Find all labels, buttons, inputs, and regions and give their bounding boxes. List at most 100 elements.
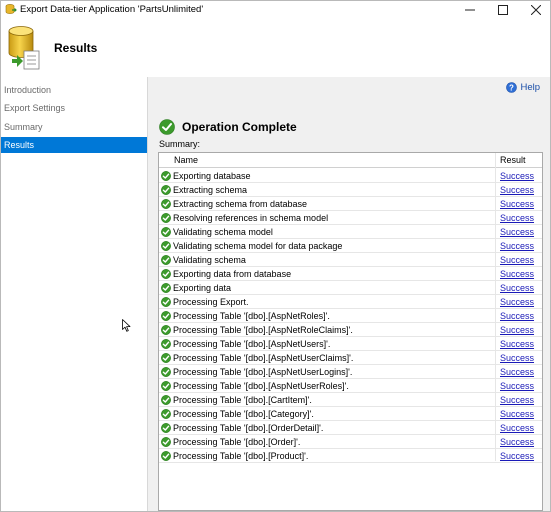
summary-label: Summary: xyxy=(159,139,201,149)
column-header-result[interactable]: Result xyxy=(500,155,526,165)
maximize-icon xyxy=(497,5,508,15)
check-circle-icon xyxy=(161,451,171,461)
check-circle-icon xyxy=(161,185,171,195)
row-name: Processing Export. xyxy=(173,297,249,307)
row-result-link[interactable]: Success xyxy=(500,311,534,321)
page-title: Results xyxy=(54,41,98,55)
results-panel: ? Help Operation Complete Summary: Name … xyxy=(148,77,550,511)
table-row[interactable]: Exporting data from database Success xyxy=(159,267,542,281)
database-export-icon xyxy=(5,4,17,14)
row-result-link[interactable]: Success xyxy=(500,381,534,391)
table-row[interactable]: Exporting data Success xyxy=(159,281,542,295)
sidebar-item-export-settings[interactable]: Export Settings xyxy=(1,100,147,116)
table-row[interactable]: Validating schema Success xyxy=(159,253,542,267)
check-circle-icon xyxy=(161,297,171,307)
results-table: Name Result Exporting database Success Ext… xyxy=(158,152,543,511)
row-result-link[interactable]: Success xyxy=(500,283,534,293)
sidebar-item-results[interactable]: Results xyxy=(1,137,147,153)
check-circle-icon xyxy=(161,213,171,223)
help-icon: ? xyxy=(506,82,518,93)
export-dialog-window: Export Data-tier Application 'PartsUnlim… xyxy=(0,0,551,512)
check-circle-icon xyxy=(161,269,171,279)
table-row[interactable]: Processing Table '[dbo].[AspNetUserRoles… xyxy=(159,379,542,393)
row-name: Validating schema model for data package xyxy=(173,241,343,251)
row-result-link[interactable]: Success xyxy=(500,213,534,223)
check-circle-icon xyxy=(161,311,171,321)
svg-text:?: ? xyxy=(510,83,515,92)
check-circle-icon xyxy=(161,241,171,251)
table-row[interactable]: Processing Table '[dbo].[AspNetUserClaim… xyxy=(159,351,542,365)
row-name: Processing Table '[dbo].[AspNetUserLogin… xyxy=(173,367,353,377)
column-header-name[interactable]: Name xyxy=(174,155,198,165)
sidebar-item-summary[interactable]: Summary xyxy=(1,119,147,135)
row-result-link[interactable]: Success xyxy=(500,367,534,377)
table-row[interactable]: Extracting schema Success xyxy=(159,183,542,197)
row-name: Processing Table '[dbo].[OrderDetail]'. xyxy=(173,423,324,433)
check-circle-icon xyxy=(161,395,171,405)
close-button[interactable] xyxy=(519,1,551,19)
maximize-button[interactable] xyxy=(486,1,519,19)
row-result-link[interactable]: Success xyxy=(500,185,534,195)
row-name: Processing Table '[dbo].[AspNetRoleClaim… xyxy=(173,325,353,335)
table-row[interactable]: Processing Export. Success xyxy=(159,295,542,309)
check-circle-icon xyxy=(161,367,171,377)
row-result-link[interactable]: Success xyxy=(500,437,534,447)
help-link[interactable]: ? Help xyxy=(506,82,540,93)
wizard-sidebar: Introduction Export Settings Summary Res… xyxy=(1,77,148,511)
sidebar-item-introduction[interactable]: Introduction xyxy=(1,82,147,98)
check-circle-icon xyxy=(161,339,171,349)
table-row[interactable]: Exporting database Success xyxy=(159,169,542,183)
row-name: Processing Table '[dbo].[AspNetRoles]'. xyxy=(173,311,330,321)
row-name: Exporting data xyxy=(173,283,232,293)
check-circle-icon xyxy=(161,423,171,433)
table-row[interactable]: Validating schema model for data package… xyxy=(159,239,542,253)
row-name: Processing Table '[dbo].[Category]'. xyxy=(173,409,314,419)
row-name: Processing Table '[dbo].[CartItem]'. xyxy=(173,395,312,405)
row-name: Resolving references in schema model xyxy=(173,213,329,223)
table-row[interactable]: Processing Table '[dbo].[AspNetUsers]'. S… xyxy=(159,337,542,351)
row-result-link[interactable]: Success xyxy=(500,451,534,461)
table-row[interactable]: Processing Table '[dbo].[AspNetRoles]'. S… xyxy=(159,309,542,323)
window-title: Export Data-tier Application 'PartsUnlim… xyxy=(20,4,204,15)
table-row[interactable]: Processing Table '[dbo].[CartItem]'. Succ… xyxy=(159,393,542,407)
minimize-button[interactable] xyxy=(453,1,486,19)
minimize-icon xyxy=(464,9,475,11)
row-result-link[interactable]: Success xyxy=(500,241,534,251)
table-row[interactable]: Extracting schema from database Success xyxy=(159,197,542,211)
check-circle-icon xyxy=(161,255,171,265)
row-name: Processing Table '[dbo].[AspNetUsers]'. xyxy=(173,339,331,349)
row-name: Exporting data from database xyxy=(173,269,292,279)
help-label[interactable]: Help xyxy=(520,82,540,93)
table-row[interactable]: Resolving references in schema model Succ… xyxy=(159,211,542,225)
row-result-link[interactable]: Success xyxy=(500,255,534,265)
check-circle-icon xyxy=(161,199,171,209)
close-icon xyxy=(530,5,541,15)
check-circle-icon xyxy=(161,353,171,363)
row-result-link[interactable]: Success xyxy=(500,423,534,433)
table-row[interactable]: Processing Table '[dbo].[Order]'. Success xyxy=(159,435,542,449)
row-name: Processing Table '[dbo].[AspNetUserClaim… xyxy=(173,353,354,363)
row-result-link[interactable]: Success xyxy=(500,199,534,209)
row-result-link[interactable]: Success xyxy=(500,353,534,363)
row-name: Processing Table '[dbo].[Product]'. xyxy=(173,451,309,461)
table-row[interactable]: Processing Table '[dbo].[AspNetUserLogin… xyxy=(159,365,542,379)
operation-title: Operation Complete xyxy=(182,120,297,134)
row-result-link[interactable]: Success xyxy=(500,325,534,335)
table-row[interactable]: Processing Table '[dbo].[Product]'. Succe… xyxy=(159,449,542,463)
table-row[interactable]: Processing Table '[dbo].[Category]'. Succ… xyxy=(159,407,542,421)
table-row[interactable]: Processing Table '[dbo].[OrderDetail]'. S… xyxy=(159,421,542,435)
title-bar: Export Data-tier Application 'PartsUnlim… xyxy=(1,1,550,19)
check-circle-icon xyxy=(161,171,171,181)
row-name: Validating schema xyxy=(173,255,246,265)
operation-status: Operation Complete xyxy=(159,119,297,135)
row-result-link[interactable]: Success xyxy=(500,409,534,419)
row-result-link[interactable]: Success xyxy=(500,269,534,279)
table-row[interactable]: Validating schema model Success xyxy=(159,225,542,239)
row-result-link[interactable]: Success xyxy=(500,297,534,307)
row-result-link[interactable]: Success xyxy=(500,171,534,181)
row-result-link[interactable]: Success xyxy=(500,227,534,237)
table-row[interactable]: Processing Table '[dbo].[AspNetRoleClaim… xyxy=(159,323,542,337)
row-name: Processing Table '[dbo].[AspNetUserRoles… xyxy=(173,381,349,391)
row-result-link[interactable]: Success xyxy=(500,339,534,349)
row-result-link[interactable]: Success xyxy=(500,395,534,405)
